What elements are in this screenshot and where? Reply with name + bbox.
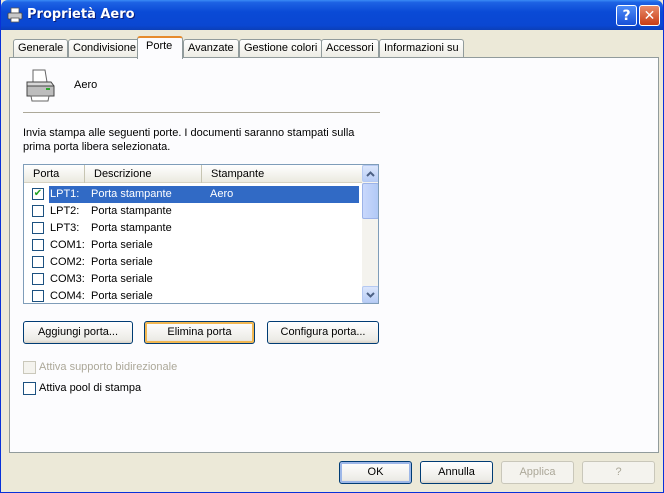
port-checkbox[interactable] (32, 239, 44, 251)
close-icon: ✕ (643, 7, 656, 24)
printer-icon (26, 69, 55, 102)
port-checkbox[interactable] (32, 205, 44, 217)
scroll-up-button[interactable] (362, 165, 378, 182)
printer-name: Aero (74, 79, 98, 91)
title-bar[interactable]: Proprietà Aero ? ✕ (1, 0, 663, 30)
port-checkbox[interactable] (32, 256, 44, 268)
port-list-header: Porta Descrizione Stampante (24, 165, 362, 183)
port-row[interactable]: LPT2: Porta stampante (24, 203, 362, 220)
port-name: LPT3: (50, 222, 80, 234)
delete-port-button[interactable]: Elimina porta (144, 321, 255, 344)
port-checkbox[interactable] (32, 273, 44, 285)
tab-informazioni-su[interactable]: Informazioni su (379, 39, 464, 58)
cancel-button[interactable]: Annulla (420, 461, 493, 484)
column-stampante[interactable]: Stampante (201, 165, 362, 183)
tab-avanzate[interactable]: Avanzate (183, 39, 239, 58)
port-description: Porta stampante (91, 222, 172, 234)
close-button[interactable]: ✕ (639, 5, 660, 26)
tab-generale[interactable]: Generale (13, 39, 69, 58)
port-name: COM4: (50, 290, 85, 302)
bidirectional-label: Attiva supporto bidirezionale (39, 361, 178, 373)
printer-icon (7, 7, 23, 23)
port-description: Porta seriale (91, 290, 153, 302)
port-checkbox[interactable] (32, 290, 44, 302)
port-name: LPT2: (50, 205, 80, 217)
port-name: LPT1: (50, 188, 80, 200)
tab-accessori[interactable]: Accessori (321, 39, 379, 58)
port-name: COM1: (50, 239, 85, 251)
column-descrizione[interactable]: Descrizione (84, 165, 201, 183)
checkbox-box[interactable] (23, 382, 36, 395)
port-checkbox[interactable] (32, 222, 44, 234)
tab-strip: Generale Condivisione Porte Avanzate Ges… (1, 36, 664, 59)
port-description: Porta stampante (91, 205, 172, 217)
port-row[interactable]: COM3: Porta seriale (24, 271, 362, 288)
tab-gestione-colori[interactable]: Gestione colori (239, 39, 323, 58)
ports-description: Invia stampa alle seguenti porte. I docu… (23, 127, 355, 153)
port-description: Porta seriale (91, 239, 153, 251)
port-name: COM3: (50, 273, 85, 285)
chevron-up-icon (366, 170, 375, 177)
window-title: Proprietà Aero (27, 7, 135, 22)
port-row[interactable]: COM4: Porta seriale (24, 288, 362, 303)
port-printer: Aero (210, 188, 234, 200)
port-row[interactable]: LPT3: Porta stampante (24, 220, 362, 237)
pooling-label: Attiva pool di stampa (39, 382, 142, 394)
port-row[interactable]: ✔ LPT1: Porta stampante Aero (24, 186, 362, 203)
ok-button[interactable]: OK (339, 461, 412, 484)
port-row[interactable]: COM2: Porta seriale (24, 254, 362, 271)
port-checkbox[interactable]: ✔ (32, 188, 44, 200)
scroll-down-button[interactable] (362, 286, 378, 303)
separator (23, 112, 380, 113)
port-list-scrollbar[interactable] (362, 165, 378, 303)
port-description: Porta stampante (91, 188, 172, 200)
column-porta[interactable]: Porta (24, 165, 84, 183)
port-description: Porta seriale (91, 256, 153, 268)
add-port-button[interactable]: Aggiungi porta... (23, 321, 133, 344)
help-caption-button[interactable]: ? (616, 5, 637, 26)
tab-porte[interactable]: Porte (137, 36, 183, 59)
checkbox-box[interactable] (23, 361, 36, 374)
chevron-down-icon (366, 291, 375, 298)
tab-condivisione[interactable]: Condivisione (68, 39, 141, 58)
configure-port-button[interactable]: Configura porta... (267, 321, 379, 344)
apply-button[interactable]: Applica (501, 461, 574, 484)
port-name: COM2: (50, 256, 85, 268)
port-description: Porta seriale (91, 273, 153, 285)
port-row[interactable]: COM1: Porta seriale (24, 237, 362, 254)
properties-window: Proprietà Aero ? ✕ Generale Condivisione… (0, 0, 664, 493)
scroll-thumb[interactable] (362, 183, 378, 219)
help-button[interactable]: ? (582, 461, 655, 484)
port-list[interactable]: Porta Descrizione Stampante ✔ LPT1: Port… (23, 164, 379, 304)
